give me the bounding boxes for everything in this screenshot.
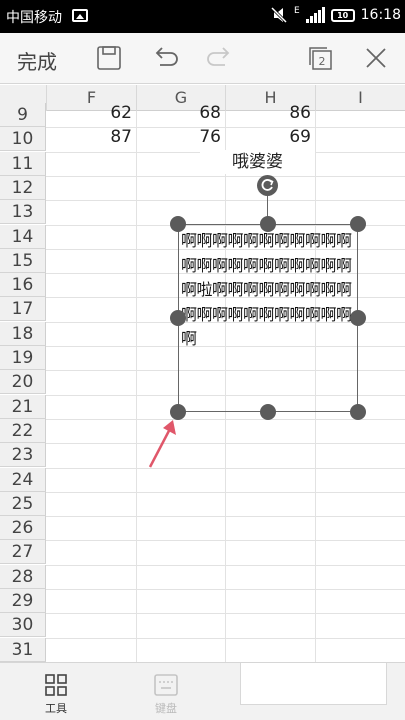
cell-h9[interactable]: 86 [225, 101, 315, 125]
cell-f10[interactable]: 87 [46, 125, 136, 149]
grid-line [46, 175, 405, 177]
close-icon[interactable] [361, 43, 391, 73]
keyboard-tab[interactable]: 键盘 [136, 667, 196, 716]
row-header-15[interactable]: 15 [0, 248, 46, 273]
undo-icon[interactable] [150, 43, 180, 73]
svg-text:2: 2 [319, 55, 326, 68]
row-header-31[interactable]: 31 [0, 637, 46, 662]
row-header-12[interactable]: 12 [0, 175, 46, 200]
resize-handle-top[interactable] [260, 216, 276, 232]
clock: 16:18 [360, 7, 401, 23]
cell-g9[interactable]: 68 [136, 101, 225, 125]
row-header-23[interactable]: 23 [0, 443, 46, 468]
row-header-19[interactable]: 19 [0, 346, 46, 370]
row-header-29[interactable]: 29 [0, 589, 46, 613]
row-header-28[interactable]: 28 [0, 564, 46, 589]
row-header-18[interactable]: 18 [0, 321, 46, 346]
grid-line [46, 200, 405, 202]
grid-line [46, 467, 405, 469]
row-header-17[interactable]: 17 [0, 297, 46, 322]
resize-handle-right[interactable] [350, 310, 366, 326]
row-header-21[interactable]: 21 [0, 394, 46, 419]
grid-line [46, 516, 405, 518]
grid-line [136, 111, 137, 662]
tools-tab[interactable]: 工具 [26, 667, 86, 716]
save-icon[interactable] [94, 43, 124, 73]
grid-line [46, 564, 405, 566]
spreadsheet-grid[interactable]: F G H I 9 10 11 12 13 14 15 16 17 18 19 20 21 22 23 24 2… [0, 85, 405, 662]
status-bar: 中国移动 E 10 16:18 [0, 0, 405, 33]
pointer-arrow-icon [148, 420, 176, 468]
row-header-20[interactable]: 20 [0, 370, 46, 395]
battery-level: 10 [337, 10, 349, 20]
row-header-9[interactable]: 9 [0, 103, 46, 127]
grid-line [46, 418, 405, 420]
row-header-24[interactable]: 24 [0, 467, 46, 492]
grid-line [46, 613, 405, 615]
grid-line [46, 540, 405, 542]
row-header-10[interactable]: 10 [0, 127, 46, 152]
cell-f9[interactable]: 62 [46, 101, 136, 125]
row-header-30[interactable]: 30 [0, 613, 46, 638]
bottom-bar: 工具 键盘 [0, 662, 405, 720]
row-header-25[interactable]: 25 [0, 491, 46, 516]
grid-line [46, 637, 405, 639]
cell-h10[interactable]: 69 [225, 125, 315, 149]
row-header-26[interactable]: 26 [0, 516, 46, 541]
cell-h11[interactable]: 哦婆婆 [200, 150, 315, 174]
mute-icon [270, 6, 288, 24]
resize-handle-top-right[interactable] [350, 216, 366, 232]
text-box-content[interactable]: 啊啊啊啊啊啊啊啊啊啊啊啊啊啊啊啊啊啊啊啊啊啊啊啦啊啊啊啊啊啊啊啊啊啊啊啊啊啊啊啊… [181, 229, 353, 352]
cell-g10[interactable]: 76 [136, 125, 225, 149]
resize-handle-bottom-right[interactable] [350, 404, 366, 420]
grid-line [46, 589, 405, 590]
rotate-icon [261, 179, 274, 191]
toolbar: 完成 2 [0, 33, 405, 84]
grid-line [46, 491, 405, 493]
row-header-13[interactable]: 13 [0, 200, 46, 225]
signal-icon [305, 7, 325, 23]
tools-label: 工具 [45, 702, 67, 715]
keyboard-label: 键盘 [155, 702, 177, 715]
keyboard-icon [154, 674, 178, 696]
text-box[interactable]: 啊啊啊啊啊啊啊啊啊啊啊啊啊啊啊啊啊啊啊啊啊啊啊啦啊啊啊啊啊啊啊啊啊啊啊啊啊啊啊啊… [178, 224, 358, 412]
row-header-27[interactable]: 27 [0, 540, 46, 565]
row-header-11[interactable]: 11 [0, 151, 46, 176]
formula-input[interactable] [240, 663, 387, 705]
resize-handle-left[interactable] [170, 310, 186, 326]
carrier-name: 中国移动 [6, 10, 62, 26]
image-notification-icon [72, 9, 88, 22]
network-type: E [293, 6, 300, 16]
resize-handle-top-left[interactable] [170, 216, 186, 232]
battery-icon: 10 [330, 8, 355, 22]
done-button[interactable]: 完成 [17, 46, 57, 75]
redo-icon[interactable] [205, 43, 235, 73]
grid-icon [45, 674, 67, 696]
grid-line [46, 443, 405, 445]
rotate-handle[interactable] [257, 175, 278, 196]
row-header-14[interactable]: 14 [0, 224, 46, 249]
resize-handle-bottom[interactable] [260, 404, 276, 420]
row-header-16[interactable]: 16 [0, 273, 46, 298]
windows-icon[interactable]: 2 [305, 43, 335, 73]
row-header-22[interactable]: 22 [0, 418, 46, 443]
column-header-i[interactable]: I [315, 85, 405, 111]
